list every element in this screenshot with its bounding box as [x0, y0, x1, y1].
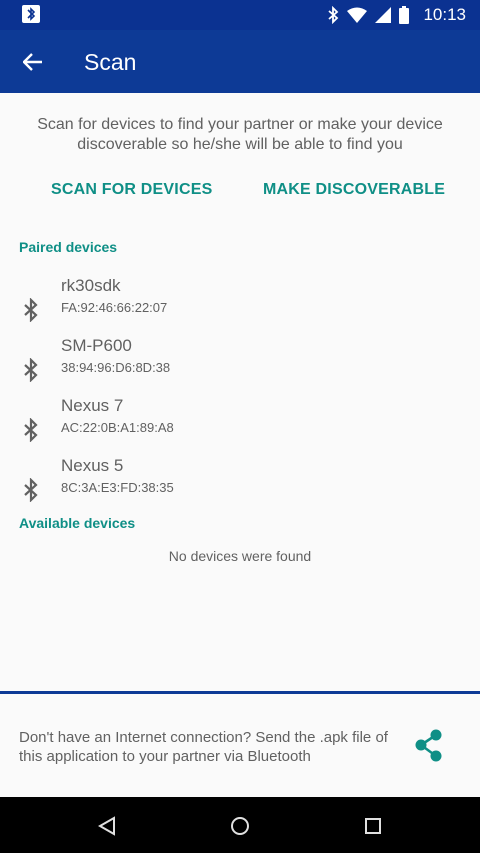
page-title: Scan [84, 49, 137, 75]
share-button[interactable] [409, 726, 449, 766]
arrow-back-icon [23, 53, 42, 71]
back-button[interactable] [16, 45, 50, 79]
available-devices-title: Available devices [19, 515, 136, 531]
system-nav-bar [0, 797, 480, 853]
wifi-icon [347, 7, 368, 23]
app-bar: Scan [0, 30, 480, 93]
status-icons: 10:13 [327, 0, 466, 30]
bluetooth-notification-icon [22, 5, 40, 23]
device-address: 38:94:96:D6:8D:38 [61, 360, 171, 375]
bluetooth-icon [24, 298, 38, 322]
bluetooth-icon [24, 358, 38, 382]
device-item[interactable]: SM-P600 38:94:96:D6:8D:38 [0, 336, 480, 396]
bluetooth-icon [24, 418, 38, 442]
battery-icon [399, 6, 410, 24]
footer-text: Don't have an Internet connection? Send … [19, 729, 388, 765]
nav-back-button[interactable] [96, 815, 118, 837]
paired-devices-title: Paired devices [19, 239, 118, 255]
intro-text: Scan for devices to find your partner or… [37, 116, 443, 153]
device-name: Nexus 5 [61, 456, 124, 475]
bluetooth-icon [24, 478, 38, 502]
device-address: AC:22:0B:A1:89:A8 [61, 420, 174, 435]
device-name: Nexus 7 [61, 396, 124, 415]
make-discoverable-button[interactable]: MAKE DISCOVERABLE [263, 181, 445, 199]
device-address: FA:92:46:66:22:07 [61, 300, 168, 315]
nav-home-button[interactable] [229, 815, 251, 837]
triangle-back-icon [98, 816, 115, 836]
status-bar: 10:13 [0, 0, 480, 30]
empty-state-text: No devices were found [168, 548, 312, 564]
device-name: SM-P600 [61, 336, 132, 355]
device-item[interactable]: Nexus 5 8C:3A:E3:FD:38:35 [0, 456, 480, 516]
nav-recents-button[interactable] [362, 815, 384, 837]
device-name: rk30sdk [61, 276, 121, 295]
device-item[interactable]: rk30sdk FA:92:46:66:22:07 [0, 276, 480, 336]
scan-for-devices-button[interactable]: SCAN FOR DEVICES [51, 181, 212, 199]
bluetooth-icon [328, 6, 339, 24]
circle-home-icon [231, 817, 249, 835]
divider [0, 691, 480, 694]
share-icon [415, 729, 442, 762]
square-recents-icon [365, 818, 381, 834]
device-item[interactable]: Nexus 7 AC:22:0B:A1:89:A8 [0, 396, 480, 456]
device-address: 8C:3A:E3:FD:38:35 [61, 480, 174, 495]
status-time: 10:13 [423, 5, 466, 24]
signal-icon [375, 7, 392, 23]
